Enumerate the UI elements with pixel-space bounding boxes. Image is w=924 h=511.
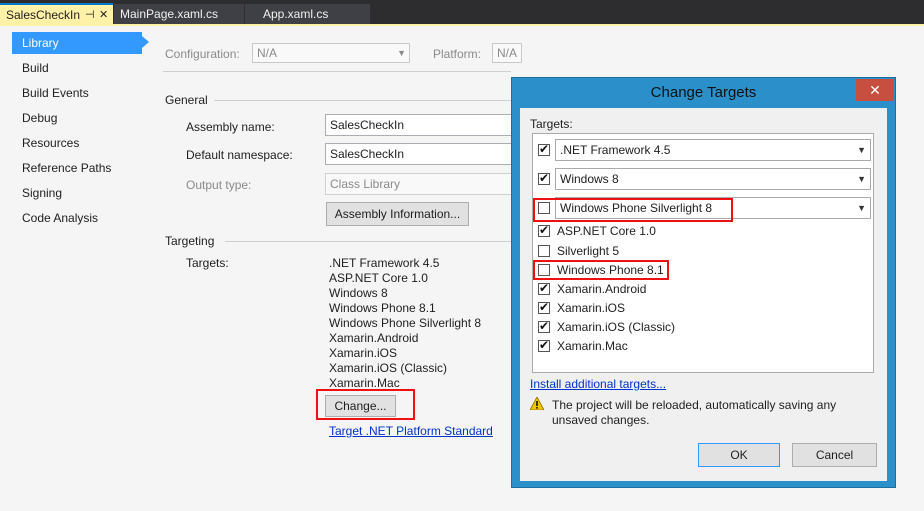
warning-text-continued: unsaved changes. (552, 413, 650, 427)
install-additional-targets-link[interactable]: Install additional targets... (530, 377, 666, 391)
targets-label: Targets: (186, 256, 229, 270)
tab-salescheckin[interactable]: SalesCheckIn ⊣ ✕ (0, 3, 113, 25)
tab-label: SalesCheckIn (6, 8, 81, 22)
target-name: Silverlight 5 (557, 244, 620, 258)
target-item: Windows Phone 8.1 (329, 301, 436, 315)
nav-item-library[interactable]: Library (12, 32, 142, 54)
target-checkbox[interactable]: ✔ (538, 223, 550, 237)
target-item: ASP.NET Core 1.0 (329, 271, 428, 285)
property-page-nav: Library Build Build Events Debug Resourc… (0, 26, 150, 511)
nav-item-code-analysis[interactable]: Code Analysis (12, 207, 140, 229)
highlight-box (316, 389, 415, 420)
target-name: ASP.NET Core 1.0 (557, 224, 656, 238)
general-heading: General (165, 93, 208, 107)
divider (225, 241, 511, 242)
tab-label: MainPage.xaml.cs (120, 7, 219, 21)
targets-list: ✔ .NET Framework 4.5 ▼ ✔ Windows 8 ▼ Windo… (532, 133, 874, 373)
warning-icon (530, 397, 544, 410)
target-checkbox[interactable]: ✔ (538, 319, 550, 333)
target-item: Xamarin.Android (329, 331, 419, 345)
target-item: Xamarin.Mac (329, 376, 400, 390)
tab-mainpage[interactable]: MainPage.xaml.cs (114, 4, 244, 24)
target-name: Windows 8 (560, 172, 619, 186)
target-name: Xamarin.iOS (557, 301, 626, 315)
tab-label: App.xaml.cs (263, 7, 329, 21)
dialog-body: Targets: ✔ .NET Framework 4.5 ▼ ✔ Windows… (520, 108, 887, 481)
target-checkbox[interactable]: ✔ (538, 300, 550, 314)
cancel-button[interactable]: Cancel (792, 443, 877, 467)
target-checkbox[interactable]: ✔ (538, 281, 550, 295)
target-item: Windows 8 (329, 286, 388, 300)
target-checkbox[interactable]: ✔ (538, 338, 550, 352)
platform-value: N/A (497, 46, 518, 60)
target-version-select[interactable]: Windows 8 ▼ (555, 168, 871, 190)
chevron-down-icon: ▼ (857, 174, 866, 184)
target-item: .NET Framework 4.5 (329, 256, 440, 270)
platform-select[interactable]: N/A (492, 43, 522, 63)
target-item: Xamarin.iOS (Classic) (329, 361, 448, 375)
pin-icon[interactable]: ⊣ (85, 5, 95, 25)
target-name: Xamarin.iOS (Classic) (557, 320, 676, 334)
default-namespace-input[interactable]: SalesCheckIn (325, 143, 512, 165)
configuration-label: Configuration: (165, 47, 240, 61)
chevron-down-icon: ▼ (857, 145, 866, 155)
assembly-name-input[interactable]: SalesCheckIn (325, 114, 512, 136)
target-item: Xamarin.iOS (329, 346, 398, 360)
nav-item-debug[interactable]: Debug (12, 107, 140, 129)
divider (163, 71, 511, 72)
target-version-select[interactable]: .NET Framework 4.5 ▼ (555, 139, 871, 161)
assembly-information-button[interactable]: Assembly Information... (326, 202, 469, 226)
chevron-down-icon: ▼ (397, 48, 406, 58)
nav-item-signing[interactable]: Signing (12, 182, 140, 204)
dialog-targets-label: Targets: (530, 117, 573, 131)
target-checkbox[interactable]: ✔ (538, 142, 550, 156)
nav-item-build-events[interactable]: Build Events (12, 82, 140, 104)
close-icon[interactable]: ✕ (99, 5, 108, 25)
highlight-box (533, 198, 733, 222)
nav-item-resources[interactable]: Resources (12, 132, 140, 154)
ok-button[interactable]: OK (698, 443, 780, 467)
targeting-heading: Targeting (165, 234, 215, 248)
nav-item-reference-paths[interactable]: Reference Paths (12, 157, 140, 179)
output-type-select[interactable]: Class Library (325, 173, 512, 195)
target-name: Xamarin.Android (557, 282, 647, 296)
divider (214, 100, 511, 101)
configuration-value: N/A (257, 46, 278, 60)
nav-item-build[interactable]: Build (12, 57, 140, 79)
platform-label: Platform: (433, 47, 482, 61)
chevron-down-icon: ▼ (857, 203, 866, 213)
target-platform-standard-link[interactable]: Target .NET Platform Standard (329, 424, 493, 438)
target-checkbox[interactable]: ✔ (538, 171, 550, 185)
target-name: Xamarin.Mac (557, 339, 628, 353)
default-namespace-label: Default namespace: (186, 148, 293, 162)
change-targets-dialog: Change Targets ✕ Targets: ✔ .NET Framewo… (511, 77, 896, 488)
highlight-box (533, 260, 669, 280)
close-icon[interactable]: ✕ (856, 79, 894, 101)
assembly-name-label: Assembly name: (186, 120, 275, 134)
target-name: .NET Framework 4.5 (560, 143, 671, 157)
target-checkbox[interactable] (538, 245, 550, 257)
configuration-select[interactable]: N/A ▼ (252, 43, 410, 63)
tab-app[interactable]: App.xaml.cs (245, 4, 370, 24)
selected-arrow-icon (142, 36, 149, 48)
output-type-label: Output type: (186, 178, 252, 192)
warning-text: The project will be reloaded, automatica… (552, 398, 837, 412)
dialog-title: Change Targets (650, 84, 757, 101)
target-item: Windows Phone Silverlight 8 (329, 316, 482, 330)
